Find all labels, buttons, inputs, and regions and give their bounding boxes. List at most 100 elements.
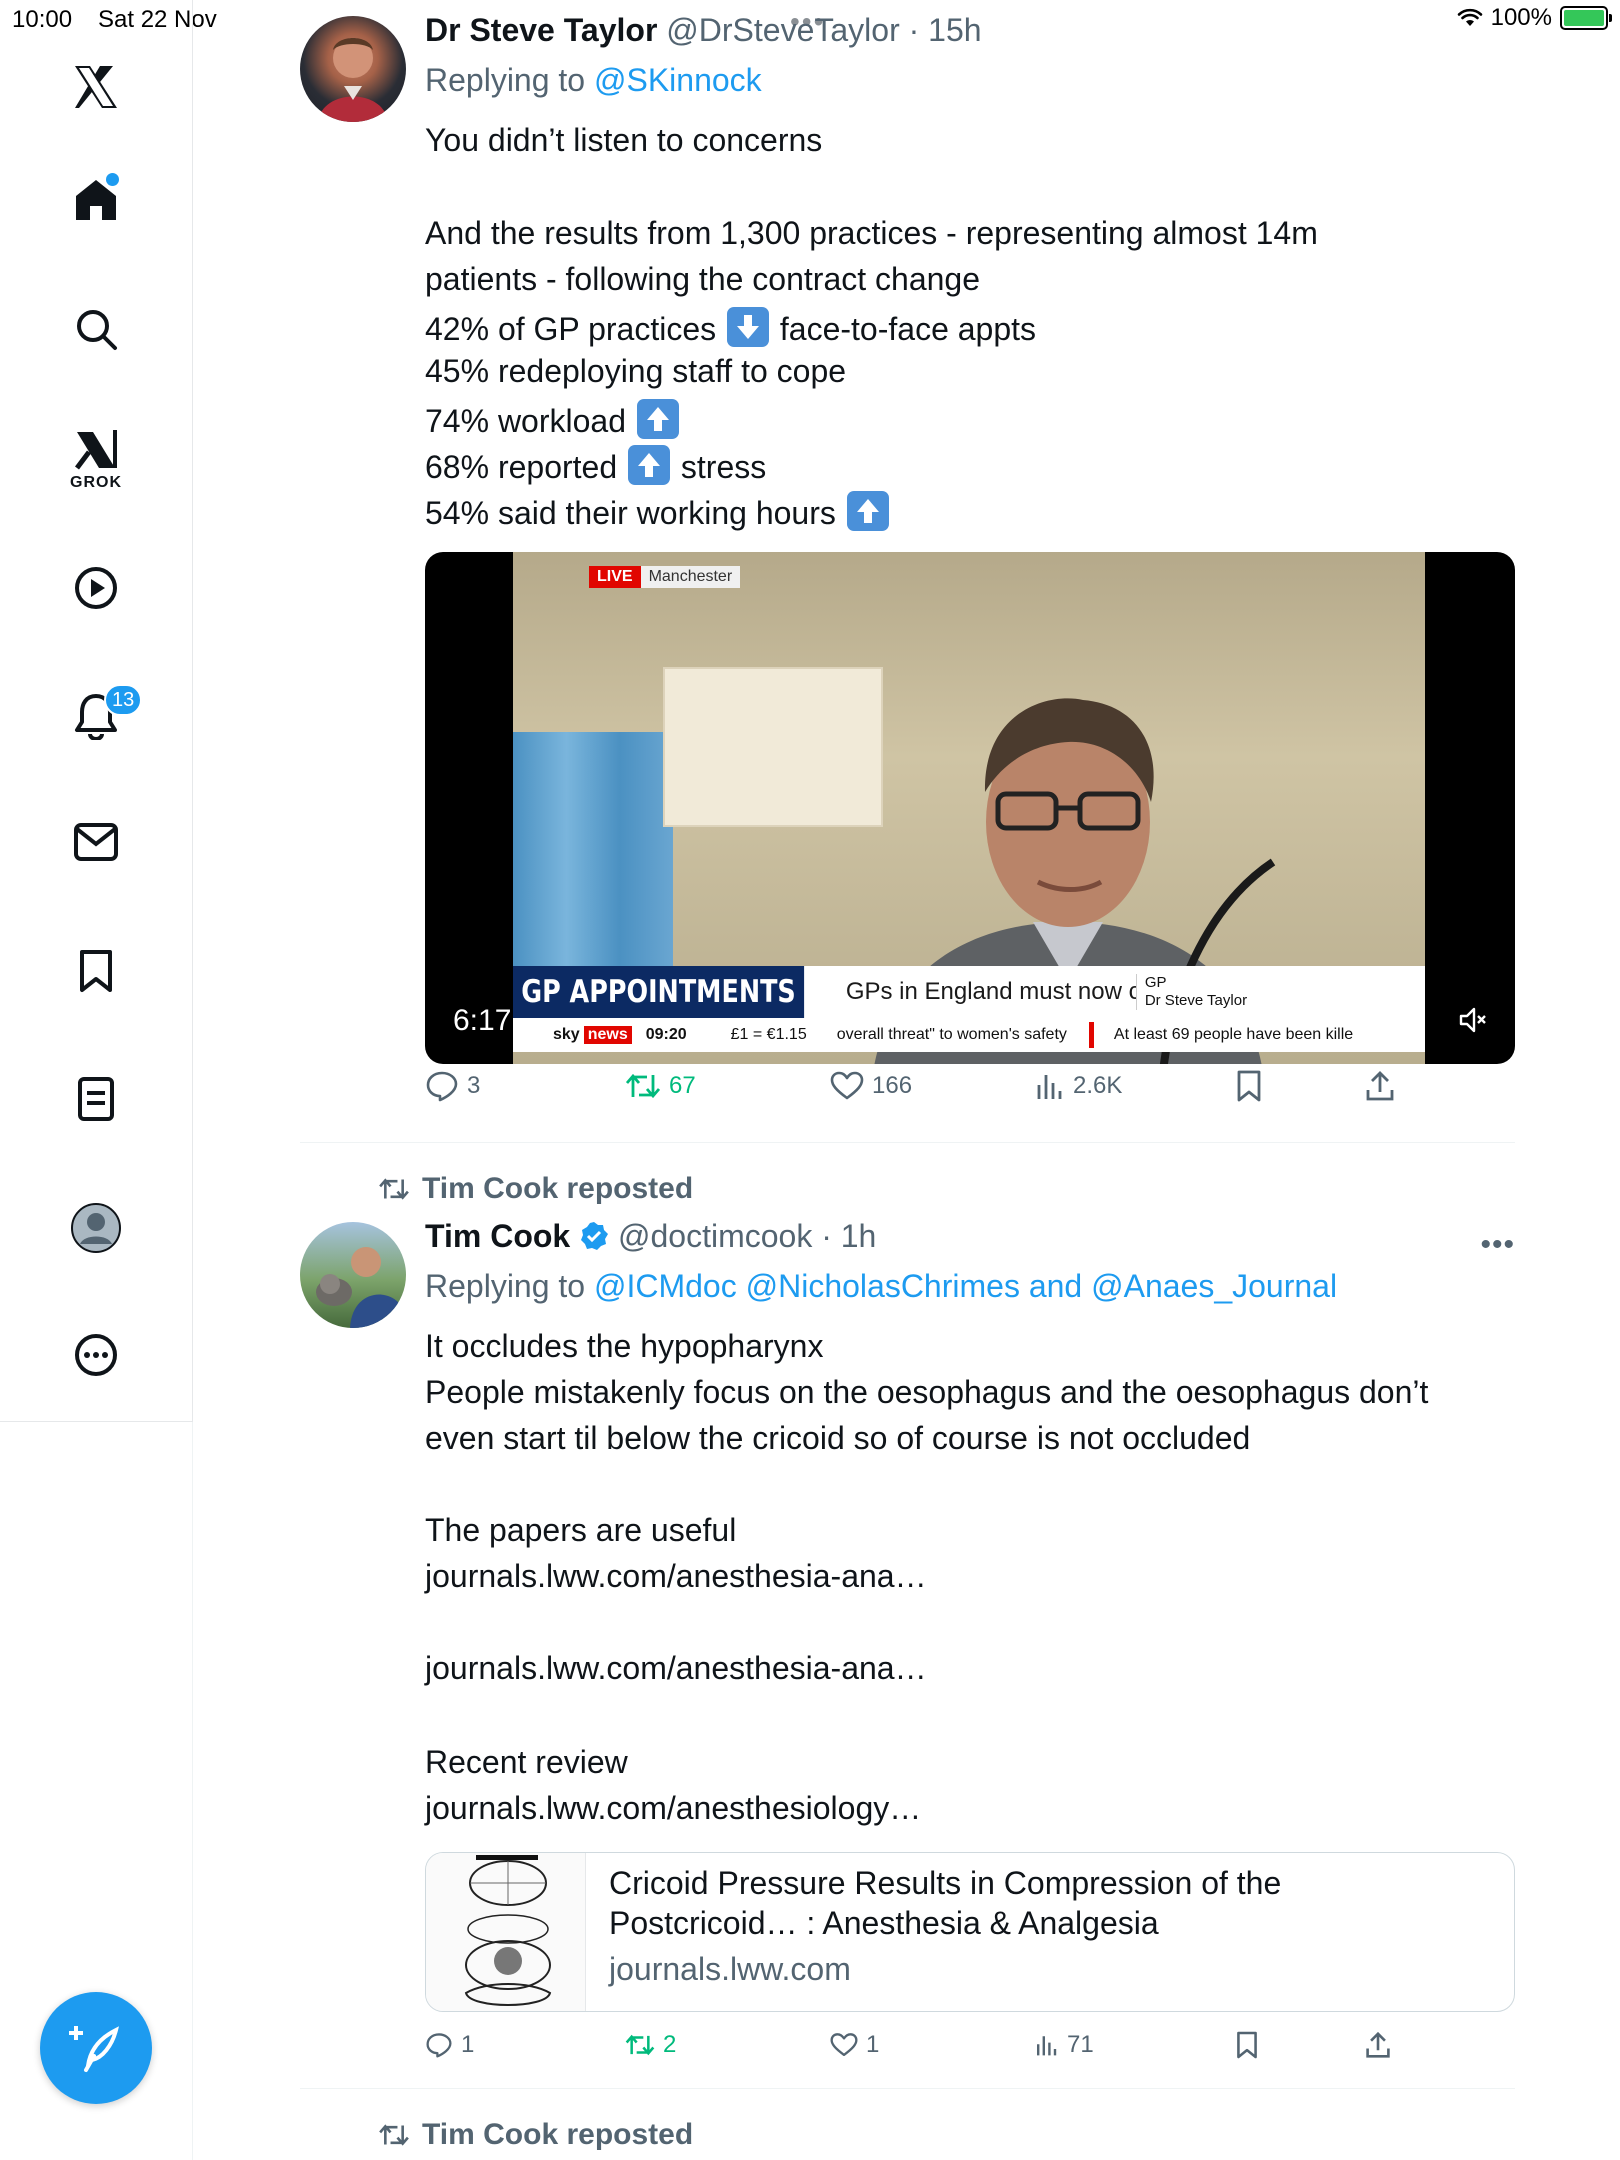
- sky-brand: sky: [553, 1026, 580, 1043]
- repost-button[interactable]: 67: [625, 1071, 696, 1101]
- reply-button[interactable]: 3: [425, 1070, 480, 1102]
- share-button[interactable]: [1365, 1070, 1395, 1102]
- like-button[interactable]: 1: [830, 2031, 879, 2059]
- tweet-text-line: patients - following the contract change: [425, 261, 980, 297]
- views-button[interactable]: 71: [1035, 2031, 1094, 2059]
- tweet-text-line: 74% workload: [425, 399, 681, 440]
- like-button[interactable]: 166: [830, 1071, 912, 1101]
- more-icon[interactable]: [73, 1332, 119, 1378]
- timestamp[interactable]: 1h: [841, 1218, 877, 1254]
- mention-link[interactable]: @SKinnock: [594, 62, 762, 98]
- bookmark-icon: [1237, 1070, 1261, 1102]
- views-button[interactable]: 2.6K: [1035, 1071, 1122, 1101]
- stat-text: 74% workload: [425, 403, 626, 439]
- stat-text: face-to-face appts: [779, 311, 1037, 347]
- fx-rate: £1 = €1.15: [730, 1026, 807, 1043]
- author-handle[interactable]: @doctimcook: [618, 1218, 812, 1254]
- tweet-text-line: 68% reported stress: [425, 445, 766, 486]
- views-count: 2.6K: [1073, 1072, 1123, 1099]
- author-name[interactable]: Dr Steve Taylor: [425, 12, 657, 48]
- external-link[interactable]: journals.lww.com/anesthesia-ana…: [425, 1558, 927, 1595]
- separator: ·: [908, 12, 920, 48]
- lists-icon[interactable]: [76, 1076, 116, 1122]
- like-count: 166: [872, 1072, 913, 1099]
- stat-text: 42% of GP practices: [425, 311, 717, 347]
- avatar[interactable]: [300, 16, 406, 122]
- reply-icon: [426, 2033, 452, 2058]
- sidebar-nav: GROK 13: [0, 0, 193, 1422]
- card-domain: journals.lww.com: [609, 1951, 851, 1987]
- card-thumbnail: [426, 1853, 586, 2011]
- tweet-header: Dr Steve Taylor @DrSteveTaylor · 15h: [425, 12, 982, 49]
- tweet-text-line: People mistakenly focus on the oesophagu…: [425, 1374, 1429, 1410]
- video-player[interactable]: LIVE Manchester GP APPOINTMENTS GPs in E…: [425, 552, 1515, 1064]
- mute-icon[interactable]: [1457, 1004, 1489, 1041]
- repost-count: 67: [669, 1072, 696, 1099]
- repost-indicator[interactable]: Tim Cook reposted: [378, 2118, 693, 2152]
- repost-icon: [625, 2034, 655, 2056]
- bookmark-icon: [1237, 2031, 1257, 2059]
- tweet-text-line: And the results from 1,300 practices - r…: [425, 215, 1318, 251]
- reply-icon: [426, 1071, 458, 1102]
- grok-icon[interactable]: GROK: [70, 428, 122, 492]
- bookmark-button[interactable]: [1235, 2031, 1259, 2059]
- reply-button[interactable]: 1: [425, 2031, 474, 2059]
- stat-text: stress: [680, 449, 767, 485]
- ticker-item: overall threat" to women's safety: [836, 1026, 1067, 1043]
- repost-icon: [379, 2124, 409, 2146]
- repost-button[interactable]: 2: [625, 2031, 676, 2059]
- author-handle[interactable]: @DrSteveTaylor: [666, 12, 899, 48]
- separator: ·: [821, 1218, 832, 1254]
- tweet-tim-cook[interactable]: Tim Cook @doctimcook · 1h ••• Replying t…: [300, 1200, 1515, 2080]
- tweet-divider: [300, 2088, 1515, 2089]
- avatar[interactable]: [300, 1222, 406, 1328]
- link-preview-card[interactable]: Cricoid Pressure Results in Compression …: [425, 1852, 1515, 2012]
- news-brand: news: [583, 1026, 632, 1044]
- messages-icon[interactable]: [73, 822, 119, 862]
- external-link[interactable]: journals.lww.com/anesthesiology…: [425, 1790, 921, 1827]
- replying-to: Replying to @SKinnock: [425, 62, 762, 99]
- share-icon: [1366, 1071, 1394, 1101]
- live-location: Manchester: [640, 566, 741, 588]
- live-label: LIVE Manchester: [589, 566, 741, 588]
- replying-prefix: Replying to: [425, 1268, 586, 1304]
- guest-caption: GP Dr Steve Taylor: [1135, 974, 1248, 1010]
- down-arrow-icon: [727, 307, 769, 347]
- home-unread-dot: [106, 173, 119, 186]
- sidebar-border: [192, 1422, 193, 2160]
- card-title: Cricoid Pressure Results in Compression …: [609, 1863, 1489, 1943]
- compose-icon: [69, 2026, 119, 2072]
- author-name[interactable]: Tim Cook: [425, 1218, 570, 1254]
- external-link[interactable]: journals.lww.com/anesthesia-ana…: [425, 1650, 927, 1687]
- battery-icon: [1560, 6, 1612, 30]
- verified-icon: [581, 1222, 609, 1250]
- more-options-icon[interactable]: •••: [1480, 1228, 1515, 1262]
- views-icon: [1037, 2036, 1057, 2056]
- tweet-text-line: 42% of GP practices face-to-face appts: [425, 307, 1036, 348]
- tweet-steve-taylor[interactable]: Dr Steve Taylor @DrSteveTaylor · 15h Rep…: [300, 0, 1515, 1140]
- timestamp[interactable]: 15h: [928, 12, 981, 48]
- replying-prefix: Replying to: [425, 62, 586, 98]
- profile-icon[interactable]: [70, 1202, 122, 1254]
- repost-count: 2: [663, 2031, 677, 2058]
- bookmarks-icon[interactable]: [76, 948, 116, 994]
- heart-icon: [830, 2033, 858, 2057]
- search-icon[interactable]: [74, 307, 118, 351]
- reply-count: 1: [461, 2031, 475, 2058]
- x-logo-icon[interactable]: [71, 62, 121, 112]
- heart-icon: [830, 1071, 864, 1100]
- grok-label: GROK: [70, 474, 122, 491]
- views-icon: [1037, 1075, 1062, 1099]
- card-title-line: Postcricoid… : Anesthesia & Analgesia: [609, 1905, 1159, 1941]
- bookmark-button[interactable]: [1235, 1070, 1263, 1102]
- news-lower-third: GP APPOINTMENTS GPs in England must now …: [513, 966, 1425, 1018]
- up-arrow-icon: [628, 445, 671, 485]
- video-icon[interactable]: [73, 565, 119, 611]
- compose-button[interactable]: [40, 1992, 152, 2104]
- news-ticker-bar: sky news 09:20 £1 = €1.15 overall threat…: [513, 1018, 1425, 1052]
- guest-name: Dr Steve Taylor: [1144, 992, 1248, 1009]
- share-icon: [1366, 2031, 1390, 2058]
- mention-links[interactable]: @ICMdoc @NicholasChrimes and @Anaes_Jour…: [594, 1268, 1337, 1304]
- replying-to: Replying to @ICMdoc @NicholasChrimes and…: [425, 1268, 1337, 1305]
- share-button[interactable]: [1365, 2031, 1391, 2059]
